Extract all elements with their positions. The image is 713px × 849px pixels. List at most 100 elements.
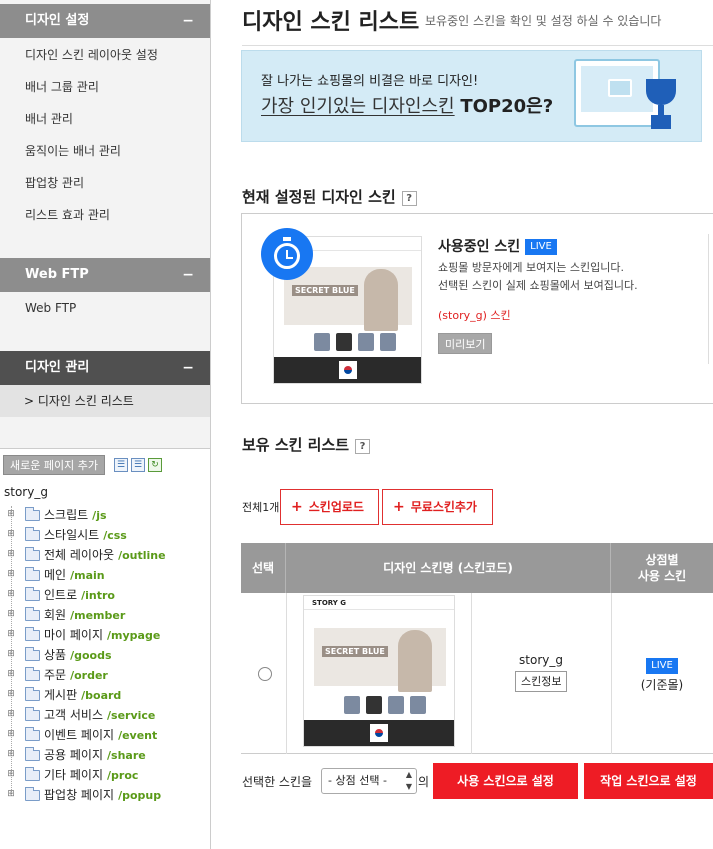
tree-node-label: 상품/goods [44,646,112,665]
using-skin-desc2: 선택된 스킨이 실제 쇼핑몰에서 보여집니다. [438,279,638,292]
apply-skin-bar: 선택한 스킨을 - 상점 선택 - ▲ ▼ 의 사용 스킨으로 설정 작업 스킨으… [242,763,713,799]
col-store-skin: 상점별 사용 스킨 [637,553,687,583]
expand-icon[interactable]: ⊞ [7,750,15,759]
tree-node-path: /intro [81,589,115,602]
tree-node[interactable]: ⊞ 회원/member [0,606,210,624]
set-work-skin-button[interactable]: 작업 스킨으로 설정 [584,763,713,799]
skin-info-button[interactable]: 스킨정보 [515,671,568,692]
tree-node-name: 회원 [44,608,67,622]
sidebar-item-web-ftp[interactable]: Web FTP [25,300,76,316]
col-skin-name: 디자인 스킨명 (스킨코드) [286,543,611,593]
tree-node-label: 주문/order [44,666,108,685]
using-skin-code[interactable]: (story_g) 스킨 [438,307,511,323]
tree-node[interactable]: ⊞ 인트로/intro [0,586,210,604]
top20-banner[interactable]: 잘 나가는 쇼핑몰의 비결은 바로 디자인! 가장 인기있는 디자인스킨 TOP… [241,50,702,142]
collapse-icon[interactable]: − [182,258,194,292]
tree-node-path: /service [107,709,156,722]
expand-all-icon[interactable]: ☰ [114,458,128,472]
divider [242,45,713,46]
sidebar-item-skin-list[interactable]: > 디자인 스킨 리스트 [0,385,210,417]
tree-root[interactable]: story_g [4,485,48,499]
expand-icon[interactable]: ⊞ [7,710,15,719]
tree-node-name: 고객 서비스 [44,708,104,722]
sidebar-item-list-effect[interactable]: 리스트 효과 관리 [25,207,110,223]
thumb-logo: STORY G [312,599,347,607]
collapse-icon[interactable]: − [182,4,194,38]
expand-icon[interactable]: ⊞ [7,670,15,679]
expand-icon[interactable]: ⊞ [7,790,15,799]
tree-node[interactable]: ⊞ 마이 페이지/mypage [0,626,210,644]
refresh-icon[interactable]: ↻ [148,458,162,472]
expand-icon[interactable]: ⊞ [7,630,15,639]
store-select[interactable]: - 상점 선택 - ▲ ▼ [321,768,417,794]
collapse-all-icon[interactable]: ☰ [131,458,145,472]
skin-select-radio[interactable] [258,667,272,681]
web-ftp-header[interactable]: Web FTP − [0,258,210,292]
folder-icon [25,787,40,801]
tree-node-path: /outline [118,549,166,562]
expand-icon[interactable]: ⊞ [7,550,15,559]
table-row: STORY G SECRET BLUE story_g 스킨정보 LIVE (기… [241,593,713,754]
thumb-hero-text: SECRET BLUE [322,646,388,657]
current-skin-title-text: 현재 설정된 디자인 스킨 [242,188,396,206]
add-page-button[interactable]: 새로운 페이지 추가 [3,455,105,475]
tree-node[interactable]: ⊞ 게시판/board [0,686,210,704]
free-skin-add-button[interactable]: + 무료스킨추가 [382,489,493,525]
sidebar-item-banner[interactable]: 배너 관리 [25,111,73,127]
sidebar-item-skin-layout[interactable]: 디자인 스킨 레이아웃 설정 [25,47,158,63]
design-settings-header[interactable]: 디자인 설정 − [0,4,210,38]
tree-node[interactable]: ⊞ 이벤트 페이지/event [0,726,210,744]
tree-node[interactable]: ⊞ 기타 페이지/proc [0,766,210,784]
tree-node[interactable]: ⊞ 팝업창 페이지/popup [0,786,210,804]
sidebar-item-popup[interactable]: 팝업창 관리 [25,175,84,191]
expand-icon[interactable]: ⊞ [7,530,15,539]
tree-node-label: 고객 서비스/service [44,706,155,725]
design-manage-header[interactable]: 디자인 관리 − [0,351,210,385]
skin-upload-button[interactable]: + 스킨업로드 [280,489,379,525]
tree-node[interactable]: ⊞ 전체 레이아웃/outline [0,546,210,564]
tree-node-label: 마이 페이지/mypage [44,626,160,645]
tree-node[interactable]: ⊞ 주문/order [0,666,210,684]
collapse-icon[interactable]: − [182,351,194,385]
tree-node-label: 전체 레이아웃/outline [44,546,166,565]
expand-icon[interactable]: ⊞ [7,510,15,519]
tree-node[interactable]: ⊞ 스타일시트/css [0,526,210,544]
tree-node-name: 메인 [44,568,67,582]
preview-button[interactable]: 미리보기 [438,333,493,354]
expand-icon[interactable]: ⊞ [7,610,15,619]
tree-node-label: 스타일시트/css [44,526,127,545]
owned-skin-title-text: 보유 스킨 리스트 [242,436,350,454]
page-title: 디자인 스킨 리스트 [242,10,420,35]
help-icon[interactable]: ? [401,191,417,206]
set-live-skin-button[interactable]: 사용 스킨으로 설정 [433,763,578,799]
trophy-icon [646,79,676,129]
web-ftp-title: Web FTP [25,267,89,282]
help-icon[interactable]: ? [355,439,371,454]
tree-node[interactable]: ⊞ 메인/main [0,566,210,584]
tree-node-path: /main [70,569,105,582]
col-select: 선택 [241,543,286,593]
expand-icon[interactable]: ⊞ [7,570,15,579]
expand-icon[interactable]: ⊞ [7,590,15,599]
folder-icon [25,727,40,741]
expand-icon[interactable]: ⊞ [7,650,15,659]
live-badge: LIVE [646,658,678,674]
sidebar-item-moving-banner[interactable]: 움직이는 배너 관리 [25,143,121,159]
tree-node-label: 이벤트 페이지/event [44,726,157,745]
tree-node[interactable]: ⊞ 상품/goods [0,646,210,664]
store-name: (기준몰) [640,678,684,692]
skin-thumbnail[interactable]: STORY G SECRET BLUE [303,595,455,747]
tree-node[interactable]: ⊞ 공용 페이지/share [0,746,210,764]
total-count: 전체1개 [242,501,280,514]
tree-node-path: /member [70,609,126,622]
tree-node-path: /proc [107,769,139,782]
tree-node-name: 스타일시트 [44,528,100,542]
tree-node[interactable]: ⊞ 스크립트/js [0,506,210,524]
expand-icon[interactable]: ⊞ [7,690,15,699]
tree-node[interactable]: ⊞ 고객 서비스/service [0,706,210,724]
tree-node-name: 전체 레이아웃 [44,548,115,562]
sidebar-item-banner-group[interactable]: 배너 그룹 관리 [25,79,99,95]
expand-icon[interactable]: ⊞ [7,730,15,739]
plus-icon: + [291,499,303,515]
expand-icon[interactable]: ⊞ [7,770,15,779]
